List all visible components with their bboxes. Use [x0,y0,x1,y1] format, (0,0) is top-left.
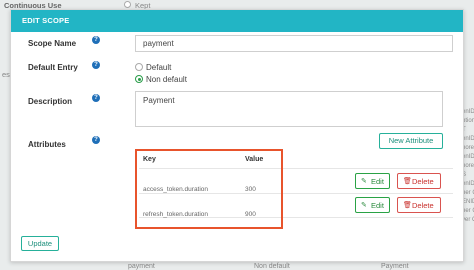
delete-label: Delete [412,201,434,210]
question-circle-icon[interactable]: ? [92,136,100,144]
edit-label: Edit [371,201,384,210]
delete-attribute-button[interactable]: 🗑 Delete [397,173,441,189]
description-label: Description [28,97,73,106]
edit-attribute-button[interactable]: ✎ Edit [355,197,390,213]
pencil-square-icon: ✎ [361,178,367,185]
kept-radio[interactable] [124,1,131,8]
bg-cell-default: Non default [254,263,290,270]
update-button[interactable]: Update [21,236,59,251]
description-textarea[interactable]: Payment [135,91,443,127]
non-default-option-label: Non default [146,75,187,84]
background-header-strip: Continuous Use Kept [0,0,474,10]
default-entry-label: Default Entry [28,63,78,72]
default-radio[interactable] [135,63,143,71]
delete-label: Delete [412,177,434,186]
attributes-table-highlight: Key Value access_token.duration 300 refr… [135,149,283,229]
bg-cell-description: Payment [381,263,409,270]
trash-icon: 🗑 [403,178,412,185]
background-left-fragment: es [2,70,10,79]
attribute-value: 900 [245,211,256,218]
default-option-label: Default [146,63,172,72]
background-table-row: payment Non default Payment [0,262,474,270]
non-default-radio[interactable] [135,75,143,83]
attributes-label: Attributes [28,140,66,149]
key-column-header: Key [143,156,156,163]
question-circle-icon[interactable]: ? [92,36,100,44]
question-circle-icon[interactable]: ? [92,61,100,69]
attribute-value: 300 [245,186,256,193]
edit-label: Edit [371,177,384,186]
bg-cell-name: payment [128,263,155,270]
delete-attribute-button[interactable]: 🗑 Delete [397,197,441,213]
attribute-key: refresh_token.duration [143,211,209,218]
scope-name-input[interactable]: payment [135,35,453,52]
attribute-key: access_token.duration [143,186,209,193]
trash-icon: 🗑 [403,202,412,209]
scope-name-label: Scope Name [28,39,77,48]
new-attribute-button[interactable]: New Attribute [379,133,443,149]
modal-title: EDIT SCOPE [11,10,463,32]
question-circle-icon[interactable]: ? [92,94,100,102]
edit-attribute-button[interactable]: ✎ Edit [355,173,390,189]
edit-scope-modal: EDIT SCOPE Scope Name ? payment Default … [10,9,464,262]
value-column-header: Value [245,156,264,163]
pencil-square-icon: ✎ [361,202,367,209]
